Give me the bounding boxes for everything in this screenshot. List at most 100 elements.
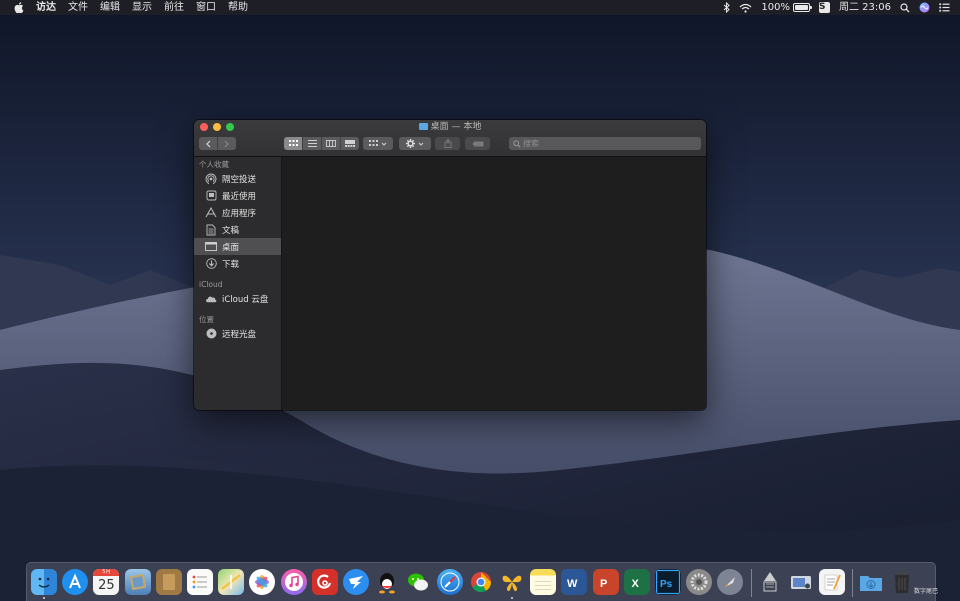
file-content-area[interactable] — [282, 157, 706, 410]
menu-edit[interactable]: 编辑 — [100, 0, 120, 15]
netease-music-icon[interactable] — [311, 569, 338, 595]
icon-view-button[interactable] — [284, 137, 303, 150]
notes-icon[interactable] — [530, 569, 557, 595]
chevron-down-icon — [381, 142, 387, 146]
column-view-button[interactable] — [322, 137, 341, 150]
butterfly-app-icon[interactable] — [499, 569, 525, 595]
navigation-buttons — [199, 137, 236, 150]
view-mode-control — [284, 137, 359, 150]
launchpad-icon[interactable] — [717, 569, 744, 595]
forward-button[interactable] — [218, 137, 236, 150]
notification-center-icon[interactable] — [939, 3, 950, 12]
notefile-icon[interactable] — [155, 569, 182, 595]
documents-icon — [205, 224, 217, 236]
grid-icon — [288, 140, 298, 146]
menu-help[interactable]: 帮助 — [228, 0, 248, 15]
svg-text:P: P — [600, 578, 607, 590]
sidebar-item-label: iCloud 云盘 — [222, 294, 269, 305]
sidebar-item-downloads[interactable]: 下载 — [194, 255, 281, 272]
remote-disc-icon — [205, 328, 217, 340]
sidebar-item-recents[interactable]: 最近使用 — [194, 187, 281, 204]
back-button[interactable] — [199, 137, 218, 150]
search-icon — [513, 139, 521, 148]
tag-icon — [472, 141, 483, 146]
icloud-drive-icon — [205, 293, 217, 305]
share-button[interactable] — [435, 137, 460, 150]
sidebar-header-locations: 位置 — [199, 315, 214, 324]
applications-icon — [205, 207, 217, 219]
sidebar-item-label: 隔空投送 — [222, 174, 257, 185]
menu-view[interactable]: 显示 — [132, 0, 152, 15]
share-icon — [444, 139, 451, 148]
app-menu-finder[interactable]: 访达 — [36, 0, 56, 15]
dingtalk-icon[interactable] — [343, 569, 369, 595]
sidebar-item-icloud-drive[interactable]: iCloud 云盘 — [194, 290, 281, 307]
sidebar-item-airdrop[interactable]: 隔空投送 — [194, 170, 281, 187]
trash-icon[interactable] — [889, 569, 915, 595]
clock[interactable]: 周二 23:06 — [839, 0, 891, 15]
ftp-tool-icon[interactable] — [757, 569, 783, 595]
sidebar-item-remote-disc[interactable]: 远程光盘 — [194, 325, 281, 342]
menu-go[interactable]: 前往 — [164, 0, 184, 15]
siri-icon[interactable] — [919, 2, 930, 13]
bluetooth-icon[interactable] — [723, 2, 731, 13]
sidebar-item-desktop[interactable]: 桌面 — [194, 238, 281, 255]
columns-icon — [326, 140, 336, 147]
battery-status[interactable]: 100% — [761, 0, 812, 15]
calendar-month: 5月 — [93, 569, 120, 576]
menu-bar: 访达 文件 编辑 显示 前往 窗口 帮助 100% S 周二 23:06 — [0, 0, 960, 15]
photoshop-icon[interactable]: Ps — [655, 569, 681, 595]
wechat-icon[interactable] — [405, 569, 431, 595]
word-icon[interactable]: W — [561, 569, 588, 595]
calendar-icon[interactable]: 5月 25 — [93, 569, 120, 595]
svg-text:Ps: Ps — [660, 579, 673, 590]
sidebar-header-icloud: iCloud — [199, 280, 223, 289]
list-view-button[interactable] — [303, 137, 322, 150]
tags-button[interactable] — [465, 137, 490, 150]
powerpoint-icon[interactable]: P — [592, 569, 619, 595]
input-method-icon[interactable]: S — [819, 2, 830, 13]
photos-icon[interactable] — [249, 569, 276, 595]
list-icon — [307, 140, 317, 147]
wifi-icon[interactable] — [739, 3, 752, 13]
sidebar-item-documents[interactable]: 文稿 — [194, 221, 281, 238]
running-indicator — [511, 597, 513, 599]
folder-icon — [418, 123, 428, 130]
spotlight-search-icon[interactable] — [900, 2, 910, 13]
gallery-view-button[interactable] — [341, 137, 359, 150]
chevron-right-icon — [224, 140, 229, 147]
system-preferences-icon[interactable] — [686, 569, 713, 595]
sidebar-item-label: 桌面 — [222, 242, 240, 253]
qq-icon[interactable] — [374, 569, 400, 595]
window-title: 桌面 — 本地 — [194, 121, 706, 133]
sidebar-item-label: 下载 — [222, 259, 240, 270]
search-input[interactable] — [523, 139, 683, 148]
menu-window[interactable]: 窗口 — [196, 0, 216, 15]
group-by-button[interactable] — [363, 137, 393, 150]
image-capture-icon[interactable] — [788, 569, 814, 595]
itunes-icon[interactable] — [280, 569, 307, 595]
safari-icon[interactable] — [436, 569, 463, 595]
sidebar-item-applications[interactable]: 应用程序 — [194, 204, 281, 221]
menu-file[interactable]: 文件 — [68, 0, 88, 15]
reminders-icon[interactable] — [187, 569, 213, 595]
textedit-icon[interactable] — [819, 569, 845, 595]
apple-menu-icon[interactable] — [12, 1, 26, 15]
maps-icon[interactable] — [218, 569, 245, 595]
search-field[interactable] — [509, 137, 701, 150]
calendar-day: 25 — [98, 578, 115, 593]
excel-icon[interactable]: X — [623, 569, 650, 595]
svg-text:X: X — [631, 578, 639, 590]
action-menu-button[interactable] — [399, 137, 431, 150]
downloads-icon — [205, 258, 217, 270]
svg-text:W: W — [567, 578, 578, 590]
finder-icon[interactable] — [31, 569, 57, 595]
app-store-icon[interactable] — [62, 569, 89, 595]
gallery-icon — [345, 140, 355, 147]
chrome-icon[interactable] — [468, 569, 494, 595]
preview-icon[interactable] — [124, 569, 151, 595]
battery-percent: 100% — [761, 2, 790, 13]
downloads-folder-icon[interactable] — [858, 569, 884, 595]
chevron-left-icon — [206, 140, 211, 147]
battery-icon — [793, 3, 812, 12]
